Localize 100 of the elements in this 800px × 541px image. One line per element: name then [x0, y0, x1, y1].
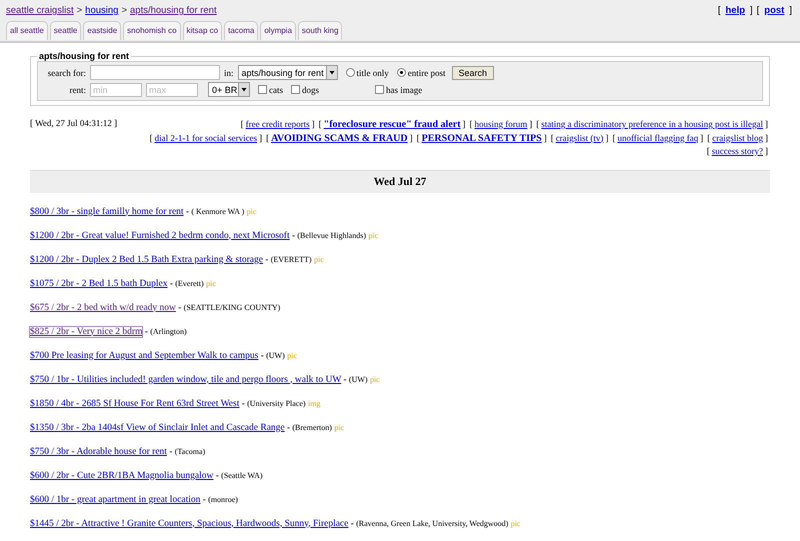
breadcrumb-link[interactable]: apts/housing for rent — [130, 5, 217, 16]
info-link[interactable]: success story? — [712, 146, 763, 156]
search-field[interactable] — [90, 65, 220, 80]
top-link[interactable]: post — [764, 5, 784, 16]
area-tab[interactable]: all seattle — [6, 21, 48, 40]
listing-location: (Tacoma) — [174, 446, 206, 456]
bracket: [ — [707, 132, 710, 142]
listing-location: (Arlington) — [150, 326, 187, 336]
field-label: search for: — [46, 68, 86, 78]
separator: - — [186, 206, 189, 216]
area-tab[interactable]: snohomish co — [123, 21, 181, 40]
info-link[interactable]: AVOIDING SCAMS & FRAUD — [271, 132, 408, 144]
dropdown-arrow-icon — [238, 83, 249, 96]
separator: - — [170, 278, 173, 288]
area-tab[interactable]: eastside — [83, 21, 122, 40]
separator: - — [350, 518, 354, 528]
info-link[interactable]: free credit reports — [246, 119, 310, 129]
info-link[interactable]: housing forum — [474, 119, 528, 129]
listing-tag: pic — [510, 518, 520, 528]
area-tab[interactable]: kitsap co — [182, 21, 222, 40]
bracket: [ — [318, 119, 322, 129]
field-label: rent: — [68, 84, 86, 94]
bracket: [ — [718, 5, 720, 16]
listing-link[interactable]: $1445 / 2br - Attractive ! Granite Counters, Spacious, Hardwoods, Sunny, Fireplace — [30, 518, 348, 528]
listing-tag: img — [308, 398, 320, 408]
max-rent-field[interactable]: max — [146, 82, 198, 96]
bracket: [ — [550, 132, 554, 142]
bracket: [ — [240, 119, 244, 129]
separator: - — [265, 254, 268, 264]
bedrooms-select[interactable]: 0+ BR — [208, 82, 250, 97]
listing-link[interactable]: $750 / 1br - Utilities included! garden window, tile and pergo floors , walk to UW — [30, 374, 342, 384]
listing-tag: pic — [334, 422, 344, 432]
listing-link[interactable]: $700 Pre leasing for August and September Walk to campus — [30, 350, 258, 360]
listing-link[interactable]: $600 / 2br - Cute 2BR/1BA Magnolia bungalow — [30, 470, 214, 480]
area-tab[interactable]: south king — [298, 21, 342, 40]
breadcrumb-link[interactable]: housing — [85, 5, 118, 16]
listing-location: (monroe) — [208, 494, 238, 504]
checkbox-label: dogs — [302, 84, 320, 94]
listing-location: ( Kenmore WA ) — [191, 206, 244, 216]
bracket: ] — [765, 132, 768, 142]
listing-link[interactable]: $1075 / 2br - 2 Bed 1.5 bath Duplex — [30, 278, 168, 288]
listing-tag: pic — [314, 254, 324, 264]
bracket: ] — [544, 132, 547, 142]
bracket: ] — [700, 132, 704, 142]
bracket: [ — [536, 119, 540, 129]
listing-link[interactable]: $750 / 3br - Adorable house for rent — [30, 446, 167, 456]
bracket: [ — [416, 132, 420, 142]
bracket: ] — [750, 5, 753, 16]
listing-link[interactable]: $1200 / 2br - Duplex 2 Bed 1.5 Bath Extra parking & storage — [30, 254, 263, 264]
radio-button[interactable] — [396, 68, 406, 77]
listing-link[interactable]: $675 / 2br - 2 bed with w/d ready now — [30, 302, 176, 312]
dropdown-arrow-icon — [326, 66, 337, 79]
info-link[interactable]: craigslist blog — [712, 132, 763, 142]
listing-link[interactable]: $800 / 3br - single familly home for rent — [30, 206, 184, 216]
checkbox[interactable] — [291, 85, 300, 94]
listing-link[interactable]: $825 / 2br - Very nice 2 bdrm — [30, 326, 142, 336]
bracket: [ — [150, 132, 153, 142]
bracket: ] — [765, 146, 768, 156]
listing-location: (SEATTLE/KING COUNTY) — [184, 302, 280, 312]
separator: - — [287, 422, 290, 432]
info-link[interactable]: stating a discriminatory preference in a housing post is illegal — [541, 119, 763, 129]
bracket: [ — [612, 132, 616, 142]
separator: - — [260, 350, 264, 360]
listing-location: (Ravenna, Green Lake, University, Wedgwood) — [356, 518, 508, 528]
listing-link[interactable]: $600 / 1br - great apartment in great location — [30, 494, 200, 504]
checkbox[interactable] — [375, 85, 384, 94]
listing-location: (UW) — [348, 374, 368, 384]
listing-link[interactable]: $1850 / 4br - 2685 Sf House For Rent 63rd Street West — [30, 398, 240, 408]
listing-location: (University Place) — [247, 398, 306, 408]
checkbox-label: has image — [386, 84, 422, 94]
radio-label: entire post — [408, 68, 446, 78]
listing-link[interactable]: $1350 / 3br - 2ba 1404sf View of Sinclair Inlet and Cascade Range — [30, 422, 285, 432]
info-link[interactable]: PERSONAL SAFETY TIPS — [422, 132, 542, 144]
listing-link[interactable]: $1200 / 2br - Great value! Furnished 2 bedrm condo, next Microsoft — [30, 230, 290, 240]
area-tab[interactable]: olympia — [260, 21, 296, 40]
radio-label: title only — [356, 68, 389, 78]
separator: - — [216, 470, 219, 480]
category-select[interactable]: apts/housing for rent — [238, 65, 338, 80]
listing-location: (Seattle WA) — [221, 470, 263, 480]
search-button[interactable]: Search — [452, 66, 494, 80]
field-label: in: — [224, 68, 234, 78]
min-rent-field[interactable]: min — [90, 82, 142, 96]
top-link[interactable]: help — [725, 5, 746, 16]
breadcrumb-link[interactable]: seattle craigslist — [6, 5, 74, 16]
checkbox[interactable] — [258, 85, 267, 94]
bracket: ] — [529, 119, 532, 129]
area-tab[interactable]: tacoma — [224, 21, 258, 40]
radio-button[interactable] — [346, 68, 355, 77]
info-link[interactable]: craigslist (tv) — [556, 132, 604, 142]
separator: - — [144, 326, 148, 336]
listing-location: (EVERETT) — [270, 254, 312, 264]
info-link[interactable]: dial 2-1-1 for social services — [154, 132, 258, 142]
bracket: ] — [462, 119, 466, 129]
bracket: ] — [765, 119, 768, 129]
listing-location: (Bellevue Highlands) — [297, 230, 366, 240]
timestamp: [ Wed, 27 Jul 04:31:12 ] — [30, 118, 118, 130]
info-link[interactable]: unofficial flagging faq — [617, 132, 698, 142]
info-link[interactable]: "foreclosure rescue" fraud alert — [324, 119, 461, 130]
area-tab[interactable]: seattle — [50, 21, 82, 40]
fieldset-legend: apts/housing for rent — [37, 51, 131, 61]
